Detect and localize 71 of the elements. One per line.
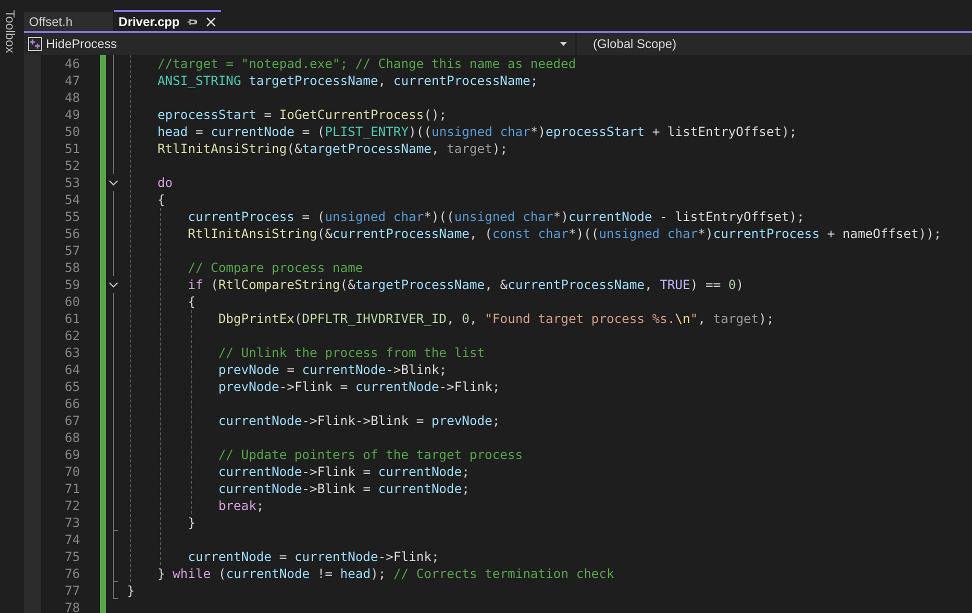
caret-down-icon (560, 42, 567, 46)
line-number: 72 (64, 497, 80, 514)
code-line: currentNode->Flink = currentNode; (218, 463, 470, 480)
code-line: DbgPrintEx(DPFLTR_IHVDRIVER_ID, 0, "Found target process %s.\n", target); (218, 310, 774, 327)
line-number: 63 (64, 344, 80, 361)
line-number: 73 (64, 514, 80, 531)
code-line: { (188, 293, 196, 310)
line-number: 56 (64, 225, 80, 242)
code-line: do (157, 174, 173, 191)
line-number: 64 (64, 361, 80, 378)
code-line: prevNode->Flink = currentNode->Flink; (218, 378, 500, 395)
file-tab[interactable]: Offset.h (24, 12, 113, 31)
code-line: { (157, 191, 166, 208)
code-line: currentNode->Flink->Blink = prevNode; (218, 412, 500, 429)
line-number: 68 (64, 429, 80, 446)
code-line: head = currentNode = (PLIST_ENTRY)((unsigned char*)eprocessStart + listEntryOffset); (157, 123, 797, 140)
code-line: RtlInitAnsiString(&currentProcessName, (const char*)((unsigned char*)currentProcess + nameOffset)); (188, 225, 942, 242)
line-number: 52 (64, 157, 80, 174)
code-line: currentProcess = (unsigned char*)((unsigned char*)currentNode - listEntryOffset); (188, 208, 804, 225)
line-number: 57 (64, 242, 80, 259)
code-line: eprocessStart = IoGetCurrentProcess(); (157, 106, 447, 123)
line-number: 50 (64, 123, 80, 140)
code-line: currentNode = currentNode->Flink; (188, 548, 440, 565)
pin-icon (186, 16, 197, 26)
line-number: 71 (64, 480, 80, 497)
code-line: // Update pointers of the target process (218, 446, 523, 463)
line-number: 54 (64, 191, 80, 208)
chevron-down-icon[interactable] (109, 282, 118, 288)
code-line: } (127, 582, 135, 599)
code-line: prevNode = currentNode->Blink; (218, 361, 447, 378)
line-number: 75 (64, 548, 80, 565)
line-number: 74 (64, 531, 80, 548)
line-number: 59 (64, 276, 80, 293)
member-dropdown[interactable]: HideProcess (24, 33, 575, 55)
code-line: // Compare process name (188, 259, 363, 276)
line-number: 46 (64, 55, 80, 72)
code-line: break; (218, 497, 264, 514)
close-icon (206, 16, 216, 26)
line-number: 58 (64, 259, 80, 276)
line-number: 66 (64, 395, 80, 412)
scope-dropdown[interactable]: (Global Scope) (577, 33, 972, 55)
pin-button[interactable] (186, 16, 197, 26)
line-number: 77 (64, 582, 80, 599)
toolbox-tab[interactable]: Toolbox (3, 10, 17, 54)
code-line: RtlInitAnsiString(&targetProcessName, target); (157, 140, 508, 157)
line-number: 70 (64, 463, 80, 480)
close-button[interactable] (206, 16, 216, 26)
line-number: 47 (64, 72, 80, 89)
line-number: 49 (64, 106, 80, 123)
line-number: 76 (64, 565, 80, 582)
line-number: 67 (64, 412, 80, 429)
line-number: 69 (64, 446, 80, 463)
line-number: 78 (64, 599, 80, 613)
code-line: //target = "notepad.exe"; // Change this name as needed (157, 55, 576, 72)
line-number: 62 (64, 327, 80, 344)
code-line: // Unlink the process from the list (218, 344, 485, 361)
code-line: } while (currentNode != head); // Corrects termination check (157, 565, 614, 582)
chevron-down-icon[interactable] (109, 180, 118, 186)
line-number: 65 (64, 378, 80, 395)
line-number: 55 (64, 208, 80, 225)
code-line: if (RtlCompareString(&targetProcessName, &currentProcessName, TRUE) == 0) (188, 276, 744, 293)
line-number: 60 (64, 293, 80, 310)
line-number: 48 (64, 89, 80, 106)
code-line: ANSI_STRING targetProcessName, currentProcessName; (157, 72, 538, 89)
line-number: 51 (64, 140, 80, 157)
file-tab[interactable]: Driver.cpp (114, 10, 221, 31)
line-number: 61 (64, 310, 80, 327)
code-line: currentNode->Blink = currentNode; (218, 480, 470, 497)
line-number: 53 (64, 174, 80, 191)
code-line: } (188, 514, 196, 531)
plus-square-icon (28, 37, 42, 51)
